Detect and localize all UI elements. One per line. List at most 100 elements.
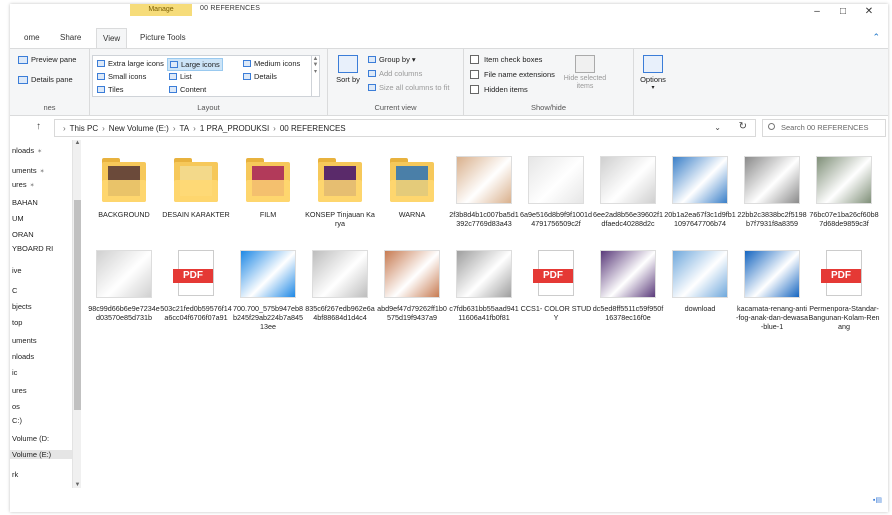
image-item[interactable]: 2f3b8d4b1c007ba5d1392c7769d83a43 xyxy=(448,146,520,246)
chevron-up-icon[interactable]: ⌃ xyxy=(872,32,880,43)
layout-list[interactable]: List xyxy=(169,72,192,81)
sidebar-item[interactable]: UM xyxy=(10,214,70,223)
image-item[interactable]: 6a9e516d8b9f9f1001d4791756509c2f xyxy=(520,146,592,246)
pin-icon[interactable]: ✶ xyxy=(37,149,42,155)
breadcrumb-ta[interactable]: TA xyxy=(180,124,190,133)
layout-content[interactable]: Content xyxy=(169,85,206,94)
close-button[interactable]: ✕ xyxy=(858,4,880,20)
layout-large-icons[interactable]: Large icons xyxy=(167,58,223,71)
checkbox[interactable] xyxy=(470,85,479,94)
add-columns-button[interactable]: Add columns xyxy=(368,69,422,78)
breadcrumb-new-volume[interactable]: New Volume (E:) xyxy=(109,124,169,133)
sidebar-item[interactable]: C:) xyxy=(10,416,70,425)
sidebar-item[interactable]: Volume (D: xyxy=(10,434,70,443)
pdf-item[interactable]: PDF CCS1- COLOR STUDY xyxy=(520,240,592,340)
pdf-item[interactable]: PDF Permenpora-Standar-Bangunan-Kolam-Ren… xyxy=(808,240,880,340)
sidebar-item[interactable]: YBOARD RI xyxy=(10,244,70,253)
search-input[interactable]: Search 00 REFERENCES xyxy=(762,119,886,137)
image-item[interactable]: 6ee2ad8b56e39602f1dfaedc40288d2c xyxy=(592,146,664,246)
view-toggle-icon[interactable]: ▪▤ xyxy=(873,496,882,504)
folder-item[interactable]: WARNA xyxy=(376,146,448,246)
sidebar-item[interactable]: ures ✶ xyxy=(10,180,70,189)
chevron-down-icon[interactable]: ⌄ xyxy=(714,123,721,132)
tab-share[interactable]: Share xyxy=(54,28,87,48)
maximize-button[interactable]: □ xyxy=(832,4,854,20)
image-item[interactable]: 76bc07e1ba26cf60b87d68de9859c3f xyxy=(808,146,880,246)
folder-item[interactable]: BACKGROUND xyxy=(88,146,160,246)
chevron-up-icon[interactable]: ▲ xyxy=(73,140,82,146)
image-item[interactable]: c7fdb631bb55aad94111606a41fb0f81 xyxy=(448,240,520,340)
breadcrumb-00-references[interactable]: 00 REFERENCES xyxy=(280,124,346,133)
sidebar-item[interactable]: ive xyxy=(10,266,70,275)
pdf-item[interactable]: PDF 503c21fed0b59576f14a6cc04f6706f07a91 xyxy=(160,240,232,340)
image-item[interactable]: 98c99d66b6e9e7234ed03570e85d731b xyxy=(88,240,160,340)
sidebar-item[interactable]: top xyxy=(10,318,70,327)
search-icon xyxy=(768,123,775,130)
sidebar-item[interactable]: BAHAN xyxy=(10,198,70,207)
image-item[interactable]: dc5ed8ff5511c59f950f16378ec16f0e xyxy=(592,240,664,340)
tab-view[interactable]: View xyxy=(96,28,128,48)
options-button[interactable]: Options ▾ xyxy=(636,55,670,91)
folder-item[interactable]: DESAIN KARAKTER xyxy=(160,146,232,246)
image-thumbnail xyxy=(528,152,584,208)
sidebar-item[interactable]: bjects xyxy=(10,302,70,311)
image-item[interactable]: 700.700_575b947eb8b245f29ab224b7a84513ee xyxy=(232,240,304,340)
layout-details[interactable]: Details xyxy=(243,72,277,81)
tab-home[interactable]: ome xyxy=(18,28,46,48)
image-preview xyxy=(96,250,152,298)
image-item[interactable]: abd9ef47d79262ff1b0575d19f9437a9 xyxy=(376,240,448,340)
sidebar-item[interactable]: ures xyxy=(10,386,70,395)
image-item[interactable]: 22bb2c3838bc2f5198b7f7931f8a8359 xyxy=(736,146,808,246)
sidebar-item[interactable]: nloads xyxy=(10,352,70,361)
breadcrumb-this-pc[interactable]: This PC xyxy=(70,124,98,133)
image-preview xyxy=(384,250,440,298)
nav-scroll-thumb[interactable] xyxy=(74,200,81,410)
hidden-items[interactable]: Hidden items xyxy=(470,85,528,94)
item-check-boxes[interactable]: Item check boxes xyxy=(470,55,542,64)
image-item[interactable]: 835c6f267edb962e6a4bf88684d1d4c4 xyxy=(304,240,376,340)
refresh-icon[interactable]: ↻ xyxy=(739,121,747,132)
checkbox[interactable] xyxy=(470,55,479,64)
sidebar-item[interactable]: os xyxy=(10,402,70,411)
address-bar[interactable]: › This PC › New Volume (E:) › TA › 1 PRA… xyxy=(54,119,756,137)
checkbox[interactable] xyxy=(470,70,479,79)
chevron-down-icon[interactable]: ▼ xyxy=(73,482,82,488)
sidebar-item-label: ive xyxy=(12,266,22,275)
image-item[interactable]: download xyxy=(664,240,736,340)
sidebar-item[interactable]: C xyxy=(10,286,70,295)
tab-picture-tools[interactable]: Picture Tools xyxy=(134,28,192,48)
file-name-extensions[interactable]: File name extensions xyxy=(470,70,555,79)
image-item[interactable]: kacamata-renang-anti-fog-anak-dan-dewasa… xyxy=(736,240,808,340)
layout-medium-icons[interactable]: Medium icons xyxy=(243,59,300,68)
layout-small-icons[interactable]: Small icons xyxy=(97,72,146,81)
chevron-right-icon: › xyxy=(63,123,66,133)
preview-pane-button[interactable]: Preview pane xyxy=(18,55,76,64)
sidebar-item[interactable]: ic xyxy=(10,368,70,377)
layout-tiles[interactable]: Tiles xyxy=(97,85,124,94)
manage-contextual-tab[interactable]: Manage xyxy=(130,4,192,16)
sidebar-item[interactable]: Volume (E:) xyxy=(10,450,72,459)
up-arrow-icon[interactable]: ↑ xyxy=(36,121,41,132)
size-columns-button[interactable]: Size all columns to fit xyxy=(368,83,449,92)
folder-item[interactable]: KONSEP Tinjauan Karya xyxy=(304,146,376,246)
layout-extra-large-icons[interactable]: Extra large icons xyxy=(97,59,164,68)
sidebar-item[interactable]: ORAN xyxy=(10,230,70,239)
image-preview xyxy=(744,250,800,298)
folder-item[interactable]: FILM xyxy=(232,146,304,246)
breadcrumb-pra-produksi[interactable]: 1 PRA_PRODUKSI xyxy=(200,124,269,133)
pin-icon[interactable]: ✶ xyxy=(40,169,45,175)
details-pane-icon xyxy=(18,75,28,84)
pin-icon[interactable]: ✶ xyxy=(30,183,35,189)
sidebar-item[interactable]: uments xyxy=(10,336,70,345)
group-by-button[interactable]: Group by ▾ xyxy=(368,55,416,64)
sort-by-button[interactable]: Sort by xyxy=(336,55,360,84)
sidebar-item[interactable]: nloads ✶ xyxy=(10,146,70,155)
sidebar-item[interactable]: rk xyxy=(10,470,70,479)
layout-gallery-scroll[interactable]: ▲ ▼ ▾ xyxy=(311,56,319,96)
hide-selected-button[interactable]: Hide selected items xyxy=(562,55,608,91)
nav-scrollbar[interactable]: ▲ ▼ xyxy=(72,140,81,488)
image-item[interactable]: 20b1a2ea67f3c1d9fb11097647706b74 xyxy=(664,146,736,246)
minimize-button[interactable]: – xyxy=(806,4,828,20)
details-pane-button[interactable]: Details pane xyxy=(18,75,73,84)
sidebar-item[interactable]: uments ✶ xyxy=(10,166,70,175)
